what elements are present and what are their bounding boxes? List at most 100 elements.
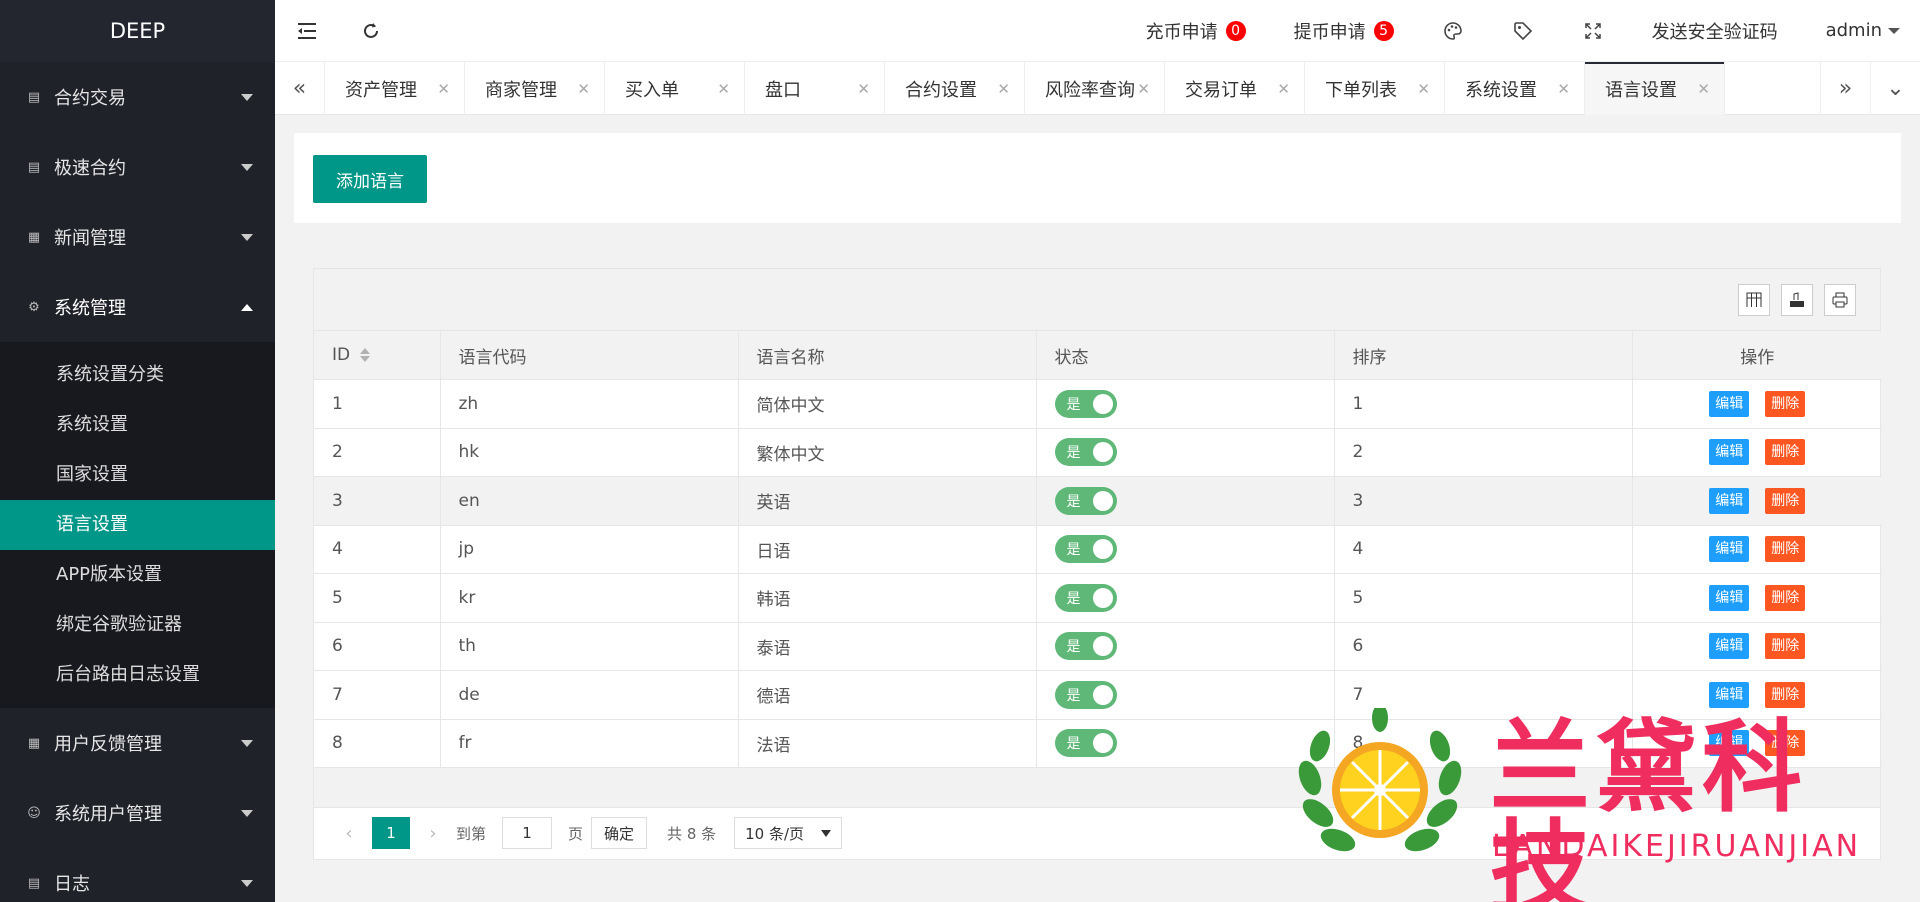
status-toggle[interactable]: 是 (1054, 535, 1117, 564)
submenu-item-system-settings[interactable]: 系统设置 (0, 400, 275, 450)
submenu-item-country-settings[interactable]: 国家设置 (0, 450, 275, 500)
close-icon[interactable]: ✕ (1277, 80, 1290, 98)
column-header-id[interactable]: ID (314, 331, 441, 380)
status-toggle[interactable]: 是 (1054, 389, 1117, 418)
status-toggle[interactable]: 是 (1054, 486, 1117, 515)
tab-contract-settings[interactable]: 合约设置 ✕ (885, 62, 1025, 115)
tab-risk-query[interactable]: 风险率查询 ✕ (1025, 62, 1165, 115)
close-icon[interactable]: ✕ (437, 80, 450, 98)
withdraw-requests-link[interactable]: 提币申请 5 (1270, 0, 1418, 62)
edit-button[interactable]: 编辑 (1709, 536, 1750, 563)
columns-filter-icon[interactable] (1738, 284, 1770, 316)
header: 充币申请 0 提币申请 5 发送安全验证码 admin (275, 0, 1920, 62)
language-table: ID 语言代码 语言名称 状态 排序 操作 1 zh 简体中文是 1 编辑 删除 2 hk 繁体… (314, 331, 1882, 768)
menu-toggle-icon[interactable] (275, 0, 339, 62)
prev-page-icon[interactable]: ‹ (334, 823, 364, 844)
tag-icon[interactable] (1488, 0, 1558, 62)
delete-button[interactable]: 删除 (1765, 487, 1806, 514)
submenu-item-route-log[interactable]: 后台路由日志设置 (0, 650, 275, 700)
cell-actions: 编辑 删除 (1632, 379, 1882, 429)
add-language-button[interactable]: 添加语言 (313, 155, 427, 203)
menu-item-system-users[interactable]: ☺ 系统用户管理 (0, 778, 275, 848)
status-toggle[interactable]: 是 (1054, 729, 1117, 758)
close-icon[interactable]: ✕ (577, 80, 590, 98)
send-security-code-link[interactable]: 发送安全验证码 (1628, 0, 1802, 62)
menu-item-logs[interactable]: ▤ 日志 (0, 848, 275, 902)
edit-button[interactable]: 编辑 (1709, 390, 1750, 417)
tabs-scroll-left-icon[interactable]: « (275, 62, 325, 115)
toggle-label: 是 (1066, 445, 1081, 462)
menu-item-system[interactable]: ⚙ 系统管理 (0, 272, 275, 342)
sort-icon[interactable] (360, 348, 371, 362)
user-menu[interactable]: admin (1802, 20, 1920, 41)
tab-buy-orders[interactable]: 买入单 ✕ (605, 62, 745, 115)
status-toggle[interactable]: 是 (1054, 583, 1117, 612)
cell-status: 是 (1036, 573, 1335, 623)
submenu-item-language-settings[interactable]: 语言设置 (0, 500, 275, 550)
palette-icon[interactable] (1418, 0, 1488, 62)
edit-button[interactable]: 编辑 (1709, 681, 1750, 708)
tabs-dropdown-icon[interactable]: ⌄ (1870, 62, 1920, 115)
submenu-item-app-version[interactable]: APP版本设置 (0, 550, 275, 600)
menu-item-fast-contract[interactable]: ▤ 极速合约 (0, 132, 275, 202)
edit-button[interactable]: 编辑 (1709, 584, 1750, 611)
cell-id: 6 (314, 622, 441, 671)
edit-button[interactable]: 编辑 (1709, 439, 1750, 466)
tab-trade-orders[interactable]: 交易订单 ✕ (1165, 62, 1305, 115)
tab-label: 商家管理 (485, 79, 557, 101)
column-header-actions: 操作 (1632, 331, 1882, 380)
refresh-icon[interactable] (339, 0, 403, 62)
delete-button[interactable]: 删除 (1765, 681, 1806, 708)
close-icon[interactable]: ✕ (997, 80, 1010, 98)
cell-id: 5 (314, 573, 441, 623)
export-icon[interactable] (1781, 284, 1813, 316)
next-page-icon[interactable]: › (418, 823, 448, 844)
menu-item-news[interactable]: ▦ 新闻管理 (0, 202, 275, 272)
tab-order-book[interactable]: 盘口 ✕ (745, 62, 885, 115)
tab-label: 风险率查询 (1045, 79, 1135, 101)
status-toggle[interactable]: 是 (1054, 632, 1117, 661)
tabs-scroll-right-icon[interactable]: » (1820, 62, 1870, 115)
delete-button[interactable]: 删除 (1765, 584, 1806, 611)
cell-code: hk (440, 428, 739, 477)
close-icon[interactable]: ✕ (717, 80, 730, 98)
status-toggle[interactable]: 是 (1054, 438, 1117, 467)
tab-system-settings[interactable]: 系统设置 ✕ (1445, 62, 1585, 115)
page-current[interactable]: 1 (372, 817, 410, 849)
menu-label: 新闻管理 (54, 228, 126, 249)
cell-name: 韩语 (738, 573, 1037, 623)
delete-button[interactable]: 删除 (1765, 390, 1806, 417)
close-icon[interactable]: ✕ (857, 80, 870, 98)
cell-status: 是 (1036, 428, 1335, 477)
menu-item-contract-trading[interactable]: ▤ 合约交易 (0, 62, 275, 132)
confirm-page-button[interactable]: 确定 (591, 817, 648, 849)
delete-button[interactable]: 删除 (1765, 536, 1806, 563)
tab-language-settings[interactable]: 语言设置 ✕ (1585, 62, 1725, 115)
toggle-label: 是 (1066, 639, 1081, 656)
edit-button[interactable]: 编辑 (1709, 487, 1750, 514)
tab-asset-management[interactable]: 资产管理 ✕ (325, 62, 465, 115)
page-input[interactable]: 1 (502, 817, 553, 849)
deposit-requests-link[interactable]: 充币申请 0 (1122, 0, 1270, 62)
close-icon[interactable]: ✕ (1697, 80, 1710, 98)
menu-item-feedback[interactable]: ▦ 用户反馈管理 (0, 708, 275, 778)
status-toggle[interactable]: 是 (1054, 680, 1117, 709)
deposit-count-badge: 0 (1225, 20, 1246, 41)
tab-order-list[interactable]: 下单列表 ✕ (1305, 62, 1445, 115)
tab-merchant-management[interactable]: 商家管理 ✕ (465, 62, 605, 115)
submenu-item-google-auth[interactable]: 绑定谷歌验证器 (0, 600, 275, 650)
cell-name: 繁体中文 (738, 428, 1037, 477)
close-icon[interactable]: ✕ (1557, 80, 1570, 98)
cell-name: 日语 (738, 525, 1037, 574)
per-page-select[interactable]: 10 条/页 (734, 817, 843, 849)
close-icon[interactable]: ✕ (1137, 80, 1150, 98)
delete-button[interactable]: 删除 (1765, 633, 1806, 660)
submenu-item-settings-category[interactable]: 系统设置分类 (0, 350, 275, 400)
delete-button[interactable]: 删除 (1765, 439, 1806, 466)
print-icon[interactable] (1824, 284, 1856, 316)
close-icon[interactable]: ✕ (1417, 80, 1430, 98)
menu-label: 用户反馈管理 (54, 734, 162, 755)
edit-button[interactable]: 编辑 (1709, 633, 1750, 660)
fullscreen-icon[interactable] (1558, 0, 1628, 62)
tab-label: 盘口 (765, 79, 801, 101)
